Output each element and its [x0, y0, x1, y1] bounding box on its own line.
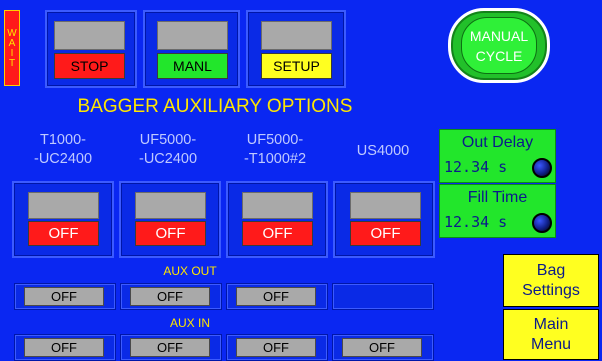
column-header-2: UF5000- -UC2400 — [119, 131, 217, 169]
column-header-1-line2: -UC2400 — [33, 151, 93, 167]
manl-button[interactable]: MANL — [157, 53, 228, 79]
aux-out-toggle-1[interactable]: OFF — [24, 287, 104, 306]
bag-settings-line2: Settings — [522, 281, 580, 299]
main-menu-line2: Menu — [530, 335, 572, 353]
option-2-label: OFF — [155, 225, 186, 242]
aux-in-label-2: OFF — [157, 340, 183, 355]
manual-cycle-button[interactable]: MANUAL CYCLE — [448, 8, 550, 83]
aux-in-toggle-1[interactable]: OFF — [24, 338, 104, 357]
aux-in-heading: AUX IN — [169, 316, 210, 330]
column-header-2-line1: UF5000- — [139, 132, 197, 148]
option-2-toggle[interactable]: OFF — [135, 221, 206, 246]
aux-in-label-4: OFF — [369, 340, 395, 355]
option-4-status — [350, 192, 421, 219]
column-header-3-line2: -T1000#2 — [243, 151, 307, 167]
bag-settings-line1: Bag — [536, 261, 566, 279]
aux-out-label-1: OFF — [51, 289, 77, 304]
aux-out-heading: AUX OUT — [163, 264, 217, 278]
option-3-label: OFF — [262, 225, 293, 242]
out-delay-value: 12.34 s — [444, 158, 508, 176]
option-3-toggle[interactable]: OFF — [242, 221, 313, 246]
fill-time-panel[interactable]: Fill Time 12.34 s — [439, 184, 556, 238]
column-header-2-line2: -UC2400 — [138, 151, 198, 167]
option-2-status — [135, 192, 206, 219]
aux-in-toggle-4[interactable]: OFF — [342, 338, 422, 357]
main-menu-line1: Main — [533, 315, 569, 333]
wait-label: WAIT — [6, 28, 18, 68]
manual-cycle-face: MANUAL CYCLE — [461, 17, 537, 74]
stop-button[interactable]: STOP — [54, 53, 125, 79]
aux-in-toggle-2[interactable]: OFF — [130, 338, 210, 357]
option-1-label: OFF — [48, 225, 79, 242]
bag-settings-button[interactable]: Bag Settings — [503, 254, 599, 307]
option-1-status — [28, 192, 99, 219]
fill-time-label: Fill Time — [467, 189, 528, 206]
aux-in-label-3: OFF — [263, 340, 289, 355]
aux-out-toggle-2[interactable]: OFF — [130, 287, 210, 306]
fill-time-value: 12.34 s — [444, 213, 508, 231]
manual-cycle-line2: CYCLE — [475, 47, 523, 64]
column-header-4: US4000 — [334, 142, 432, 161]
column-header-1-line1: T1000- — [40, 132, 86, 148]
column-header-1: T1000- -UC2400 — [14, 131, 112, 169]
page-title: BAGGER AUXILIARY OPTIONS — [77, 96, 353, 117]
out-delay-knob-icon[interactable] — [532, 158, 552, 178]
setup-button[interactable]: SETUP — [261, 53, 332, 79]
column-header-3: UF5000- -T1000#2 — [226, 131, 324, 169]
out-delay-label: Out Delay — [461, 134, 534, 151]
option-3-status — [242, 192, 313, 219]
out-delay-panel[interactable]: Out Delay 12.34 s — [439, 129, 556, 183]
stop-status-indicator — [54, 21, 125, 50]
column-header-3-line1: UF5000- — [246, 132, 304, 148]
aux-in-toggle-3[interactable]: OFF — [236, 338, 316, 357]
setup-button-label: SETUP — [273, 58, 320, 74]
option-4-label: OFF — [370, 225, 401, 242]
manl-status-indicator — [157, 21, 228, 50]
aux-in-label-1: OFF — [51, 340, 77, 355]
aux-out-slot-4 — [332, 283, 434, 310]
wait-indicator: WAIT — [4, 10, 20, 86]
manual-cycle-line1: MANUAL — [469, 27, 529, 44]
fill-time-knob-icon[interactable] — [532, 213, 552, 233]
manl-button-label: MANL — [173, 58, 212, 74]
aux-out-label-3: OFF — [263, 289, 289, 304]
main-menu-button[interactable]: Main Menu — [503, 309, 599, 360]
column-header-4-line1: US4000 — [356, 143, 410, 159]
aux-out-label-2: OFF — [157, 289, 183, 304]
aux-out-toggle-3[interactable]: OFF — [236, 287, 316, 306]
option-4-toggle[interactable]: OFF — [350, 221, 421, 246]
stop-button-label: STOP — [70, 58, 109, 74]
option-1-toggle[interactable]: OFF — [28, 221, 99, 246]
setup-status-indicator — [261, 21, 332, 50]
